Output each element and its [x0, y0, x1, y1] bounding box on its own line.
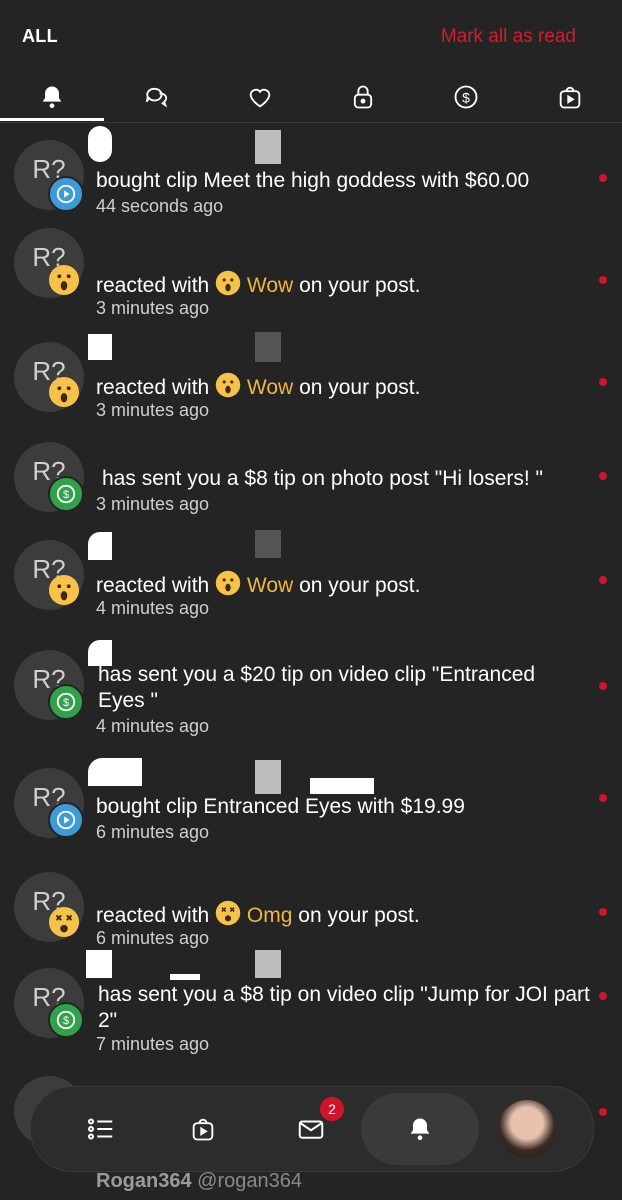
redacted-block	[255, 332, 281, 362]
redacted-block	[255, 530, 281, 558]
reaction-prefix: reacted with	[96, 904, 210, 927]
unread-dot	[599, 472, 607, 480]
notification-text: reacted with Wow on your post.	[96, 270, 596, 299]
svg-text:$: $	[63, 697, 69, 709]
notification-text: has sent you a $8 tip on video clip "Jum…	[98, 983, 590, 1032]
notification-text: reacted with Wow on your post.	[96, 372, 596, 401]
wow-emoji-icon	[215, 570, 241, 596]
notification-tabs: $	[0, 74, 622, 123]
messages-count-badge: 2	[320, 1097, 344, 1121]
reaction-suffix: on your post.	[298, 904, 420, 927]
unread-dot	[599, 378, 607, 386]
redacted-block	[255, 950, 281, 978]
redacted-block	[88, 532, 112, 560]
notification-time: 44 seconds ago	[96, 196, 224, 216]
unread-dot	[599, 992, 607, 1000]
svg-text:$: $	[462, 89, 470, 105]
bell-icon[interactable]	[398, 1107, 442, 1151]
svg-text:$: $	[63, 489, 69, 501]
notification-time: 3 minutes ago	[96, 400, 210, 420]
reaction-prefix: reacted with	[96, 274, 210, 297]
video-bag-icon[interactable]	[540, 74, 600, 120]
chat-icon[interactable]	[126, 74, 186, 120]
notification-time: 3 minutes ago	[96, 494, 210, 514]
heart-icon[interactable]	[230, 74, 290, 120]
notification-time: 4 minutes ago	[96, 716, 210, 736]
notification-text: reacted with Omg on your post.	[96, 900, 596, 929]
reaction-prefix: reacted with	[96, 574, 210, 597]
wow-emoji-icon	[215, 372, 241, 398]
reaction-name: Wow	[246, 376, 294, 399]
wow-emoji-icon	[48, 376, 80, 408]
dollar-icon: $	[48, 1002, 84, 1038]
redacted-block	[255, 760, 281, 794]
omg-emoji-icon	[215, 900, 241, 926]
menu-list-icon[interactable]	[79, 1107, 123, 1151]
header: ALL Mark all as read	[0, 0, 622, 74]
unread-dot	[599, 908, 607, 916]
reaction-suffix: on your post.	[299, 274, 421, 297]
bell-icon[interactable]	[22, 74, 82, 120]
redacted-block	[86, 950, 112, 978]
reaction-name: Wow	[246, 274, 294, 297]
reaction-suffix: on your post.	[299, 376, 421, 399]
notification-time: 4 minutes ago	[96, 598, 210, 618]
notification-text: bought clip Entranced Eyes with $19.99	[96, 795, 465, 818]
notification-text: bought clip Meet the high goddess with $…	[96, 169, 530, 192]
video-bag-icon[interactable]	[181, 1107, 225, 1151]
notification-time: 3 minutes ago	[96, 298, 210, 318]
redacted-block	[255, 130, 281, 164]
notification-time: 6 minutes ago	[96, 822, 210, 842]
wow-emoji-icon	[215, 270, 241, 296]
wow-emoji-icon	[48, 264, 80, 296]
notification-text: reacted with Wow on your post.	[96, 570, 596, 599]
unread-dot	[599, 576, 607, 584]
unread-dot	[599, 1108, 607, 1116]
redacted-block	[88, 126, 112, 162]
omg-emoji-icon	[48, 906, 80, 938]
redacted-block	[310, 778, 374, 794]
reaction-name: Omg	[246, 904, 293, 927]
unread-dot	[599, 174, 607, 182]
mark-all-read-button[interactable]: Mark all as read	[441, 26, 576, 48]
lock-icon[interactable]	[333, 74, 393, 120]
play-icon	[48, 802, 84, 838]
footer-user: Rogan364 @rogan364	[96, 1170, 302, 1193]
notification-text: has sent you a $20 tip on video clip "En…	[98, 663, 536, 712]
unread-dot	[599, 276, 607, 284]
unread-dot	[599, 682, 607, 690]
reaction-prefix: reacted with	[96, 376, 210, 399]
notification-text: has sent you a $8 tip on photo post "Hi …	[102, 467, 543, 490]
unread-dot	[599, 794, 607, 802]
filter-all[interactable]: ALL	[22, 26, 58, 47]
footer-username: Rogan364	[96, 1170, 192, 1192]
wow-emoji-icon	[48, 574, 80, 606]
redacted-block	[88, 758, 142, 786]
redacted-block	[170, 974, 200, 980]
dollar-icon: $	[48, 684, 84, 720]
notification-time: 7 minutes ago	[96, 1034, 210, 1054]
notification-time: 6 minutes ago	[96, 928, 210, 948]
dollar-circle-icon[interactable]: $	[436, 74, 496, 120]
reaction-suffix: on your post.	[299, 574, 421, 597]
svg-text:$: $	[63, 1015, 69, 1027]
dollar-icon: $	[48, 476, 84, 512]
redacted-block	[88, 334, 112, 360]
reaction-name: Wow	[246, 574, 294, 597]
active-tab-indicator	[0, 118, 104, 121]
profile-avatar[interactable]	[498, 1100, 556, 1158]
play-icon	[48, 176, 84, 212]
footer-handle: @rogan364	[197, 1170, 302, 1192]
